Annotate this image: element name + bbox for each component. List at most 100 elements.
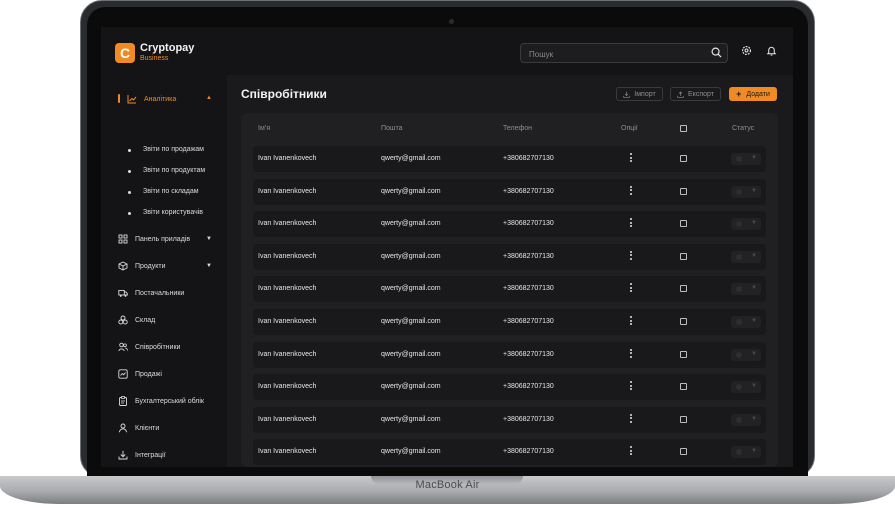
sub-item-product-reports[interactable]: Звіти по продуктам: [127, 167, 205, 174]
employee-name: Ivan Ivanenkovech: [258, 448, 317, 456]
row-checkbox[interactable]: [680, 318, 687, 325]
sub-item-warehouse-reports[interactable]: Звіти по складам: [128, 188, 199, 195]
employee-phone: +380682707130: [503, 187, 554, 195]
row-checkbox[interactable]: [680, 220, 687, 228]
chevron-down-icon[interactable]: ▼: [206, 263, 212, 269]
sidebar-item-accounting[interactable]: Бухгалтерський облік: [118, 394, 204, 408]
sidebar-item-warehouse[interactable]: Склад: [118, 313, 155, 327]
row-checkbox[interactable]: [680, 187, 687, 195]
status-dropdown[interactable]: ▼: [731, 381, 761, 394]
row-checkbox[interactable]: [680, 448, 687, 456]
employee-phone: +380682707130: [503, 252, 554, 260]
employee-email: qwerty@gmail.com: [381, 155, 441, 162]
more-options-icon[interactable]: [630, 316, 633, 327]
status-dropdown[interactable]: ▼: [731, 283, 761, 296]
status-dropdown[interactable]: ▼: [731, 185, 761, 198]
search-icon[interactable]: [711, 47, 722, 58]
chart-icon: [127, 95, 137, 104]
sub-item-user-reports[interactable]: Звіти користувачів: [128, 209, 203, 216]
chevron-down-icon[interactable]: ▼: [206, 236, 212, 242]
row-checkbox[interactable]: [680, 285, 687, 293]
chevron-down-icon: ▼: [751, 220, 757, 227]
status-dot: [736, 156, 742, 162]
sidebar-item-clients[interactable]: Клієнти: [118, 421, 159, 435]
row-checkbox[interactable]: [680, 415, 687, 423]
plus-icon: +: [736, 89, 742, 99]
chevron-down-icon: ▼: [751, 318, 757, 324]
row-checkbox[interactable]: [680, 155, 687, 162]
sidebar-item-label: Аналітика: [144, 95, 177, 103]
employee-name: Ivan Ivanenkovech: [258, 187, 317, 195]
table-row[interactable]: Ivan Ivanenkovech qwerty@gmail.com +380682…: [253, 243, 766, 270]
employee-email: qwerty@gmail.com: [381, 285, 441, 293]
more-options-icon[interactable]: [630, 283, 633, 294]
sidebar-item-label: Склад: [135, 316, 156, 324]
more-options-icon[interactable]: [630, 153, 633, 164]
table-row[interactable]: Ivan Ivanenkovech qwerty@gmail.com +380682…: [253, 341, 766, 368]
sidebar-item-analytics[interactable]: Аналітика: [127, 92, 176, 106]
export-button[interactable]: Експорт: [670, 87, 721, 101]
more-options-icon[interactable]: [630, 348, 633, 360]
sidebar-item-sales[interactable]: Продажі: [118, 367, 162, 381]
status-dot: [736, 221, 742, 228]
status-dot: [736, 416, 742, 423]
search-input[interactable]: [527, 46, 701, 62]
chevron-up-icon[interactable]: ▲: [206, 95, 212, 101]
sidebar-item-employees[interactable]: Співробітники: [118, 340, 180, 354]
table-row[interactable]: Ivan Ivanenkovech qwerty@gmail.com +380682…: [253, 146, 766, 172]
table-row[interactable]: Ivan Ivanenkovech qwerty@gmail.com +380682…: [253, 309, 766, 335]
table-row[interactable]: Ivan Ivanenkovech qwerty@gmail.com +380682…: [253, 178, 766, 205]
table-row[interactable]: Ivan Ivanenkovech qwerty@gmail.com +380682…: [253, 439, 766, 466]
more-options-icon[interactable]: [630, 250, 633, 262]
chevron-down-icon: ▼: [751, 155, 757, 161]
table-row[interactable]: Ivan Ivanenkovech qwerty@gmail.com +380682…: [253, 276, 766, 303]
select-all-checkbox[interactable]: [680, 125, 687, 132]
more-options-icon[interactable]: [630, 413, 633, 425]
sidebar-item-dashboard[interactable]: Панель приладів: [118, 232, 190, 246]
column-header-phone[interactable]: Телефон: [503, 125, 532, 132]
user-icon: [119, 423, 127, 433]
status-dot: [736, 351, 742, 358]
more-options-icon[interactable]: [630, 218, 633, 229]
column-header-email[interactable]: Пошта: [381, 125, 403, 132]
search-box[interactable]: [520, 43, 728, 63]
column-header-status[interactable]: Статус: [732, 125, 754, 132]
bell-icon[interactable]: [766, 45, 777, 56]
status-dropdown[interactable]: ▼: [731, 446, 761, 459]
sub-item-sales-reports[interactable]: Звіти по продажам: [128, 146, 204, 153]
app-logo[interactable]: C: [115, 43, 135, 63]
sidebar-item-integrations[interactable]: Інтеграції: [118, 448, 166, 462]
sidebar-item-label: Співробітники: [135, 343, 181, 351]
add-button[interactable]: + Додати: [729, 87, 777, 101]
status-dropdown[interactable]: ▼: [731, 413, 761, 426]
employee-phone: +380682707130: [503, 220, 554, 228]
upload-icon: [677, 91, 684, 98]
column-header-name[interactable]: Ім’я: [258, 125, 270, 132]
sidebar-item-label: Постачальники: [135, 289, 185, 297]
status-dropdown[interactable]: ▼: [731, 218, 761, 231]
row-checkbox[interactable]: [680, 252, 687, 260]
more-options-icon[interactable]: [630, 185, 633, 197]
import-button[interactable]: Імпорт: [616, 87, 663, 101]
status-dot: [736, 188, 742, 195]
table-row[interactable]: Ivan Ivanenkovech qwerty@gmail.com +380682…: [253, 406, 766, 433]
sidebar-item-products[interactable]: Продукти: [118, 259, 166, 273]
row-checkbox[interactable]: [680, 383, 687, 391]
status-dropdown[interactable]: ▼: [731, 250, 761, 263]
status-dropdown[interactable]: ▼: [731, 153, 761, 165]
more-options-icon[interactable]: [630, 381, 633, 392]
employee-name: Ivan Ivanenkovech: [258, 285, 317, 293]
table-row[interactable]: Ivan Ivanenkovech qwerty@gmail.com +380682…: [253, 211, 766, 238]
clipboard-icon: [119, 396, 127, 406]
row-checkbox[interactable]: [680, 350, 687, 358]
status-dropdown[interactable]: ▼: [731, 348, 761, 361]
employee-name: Ivan Ivanenkovech: [258, 415, 317, 423]
sidebar-item-suppliers[interactable]: Постачальники: [118, 286, 184, 300]
status-dropdown[interactable]: ▼: [731, 316, 761, 328]
warehouse-icon: [118, 315, 128, 325]
table-row[interactable]: Ivan Ivanenkovech qwerty@gmail.com +380682…: [253, 374, 766, 401]
column-header-options[interactable]: Опції: [621, 125, 638, 132]
export-label: Експорт: [688, 90, 714, 98]
more-options-icon[interactable]: [630, 446, 633, 457]
gear-icon[interactable]: [741, 45, 752, 56]
